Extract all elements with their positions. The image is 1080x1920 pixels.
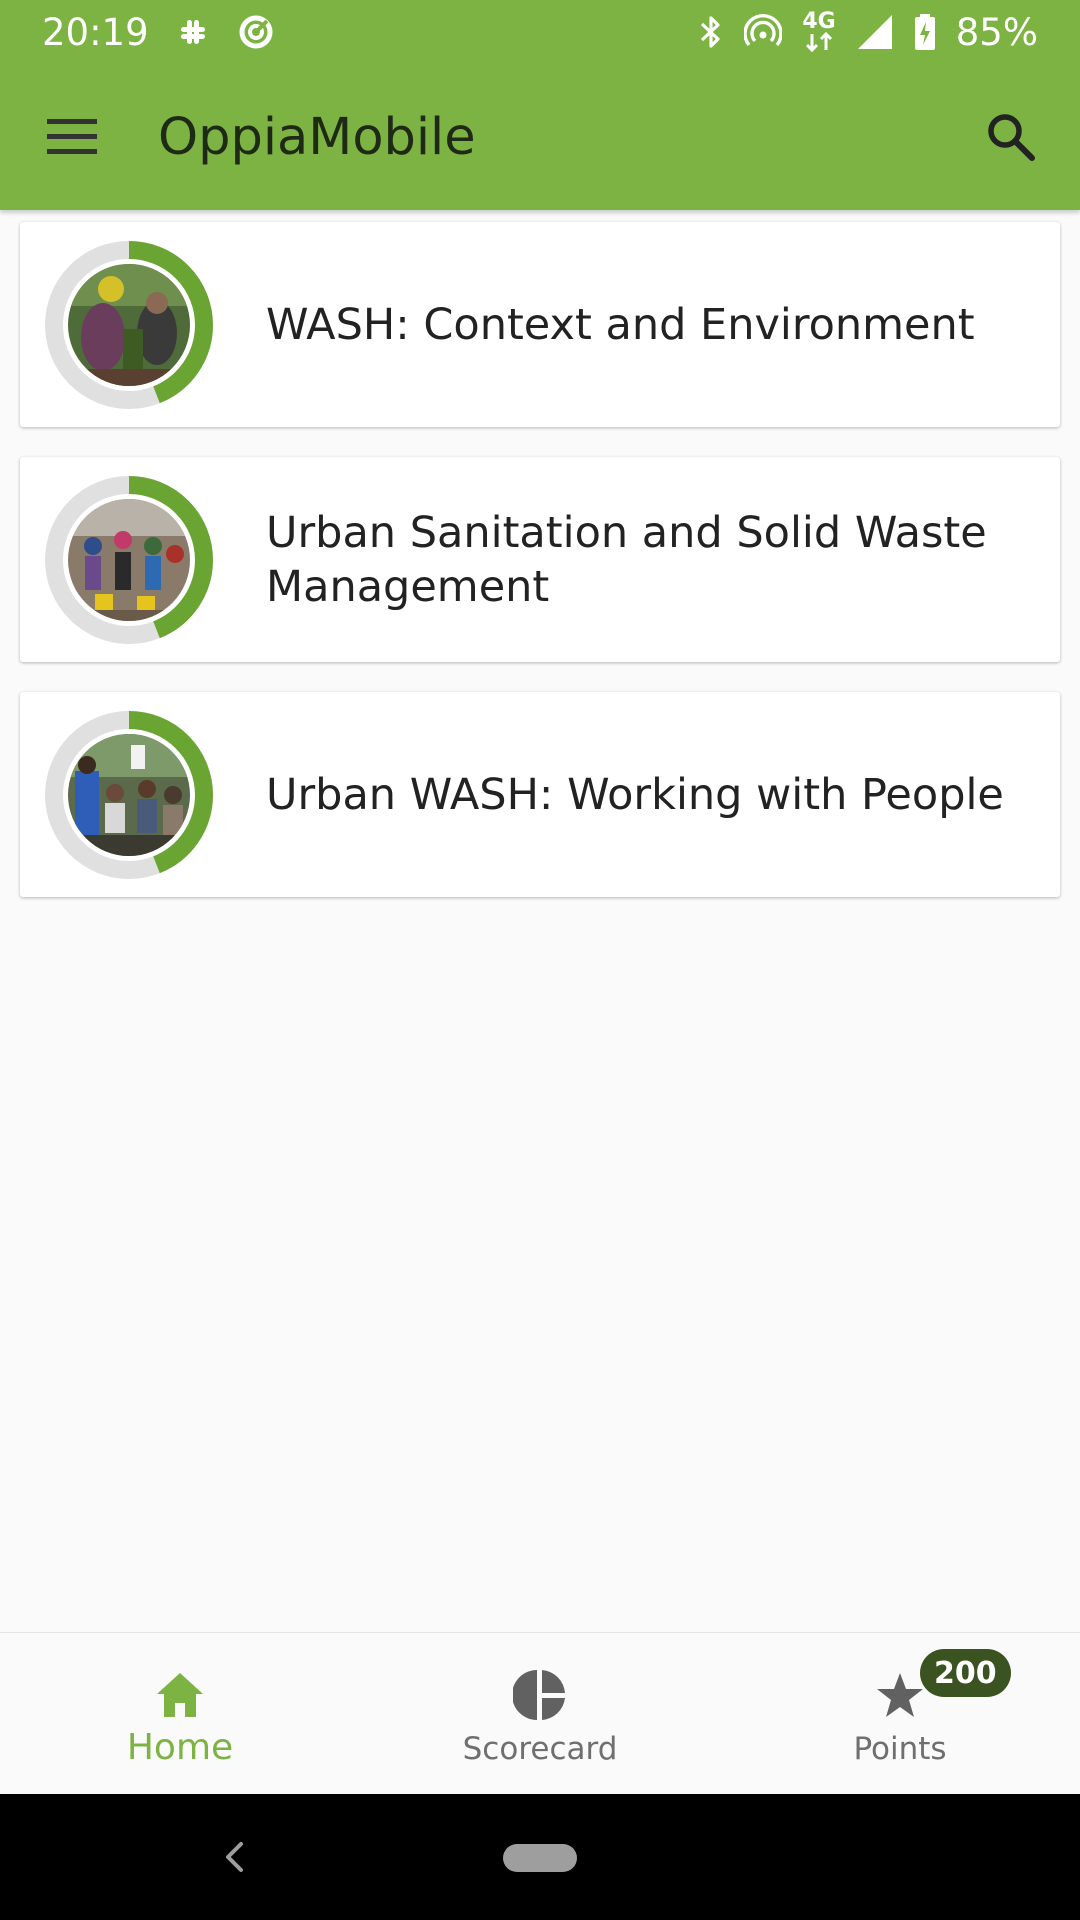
home-icon [157, 1673, 203, 1717]
system-navigation-bar [0, 1794, 1080, 1920]
data-saver-icon [239, 15, 273, 49]
nav-label-home: Home [126, 1727, 234, 1768]
menu-button[interactable] [38, 102, 108, 172]
star-icon [877, 1673, 923, 1717]
status-bar: 20:19 4G 85% [0, 0, 1080, 64]
course-list: WASH: Context and Environment Urban Sani… [20, 222, 1060, 927]
back-icon[interactable] [214, 1834, 254, 1880]
status-left: 20:19 [42, 11, 275, 54]
app-toolbar: OppiaMobile [0, 64, 1080, 210]
signal-icon [857, 15, 892, 49]
nav-label-scorecard: Scorecard [462, 1731, 618, 1767]
search-icon [988, 114, 1035, 161]
nav-label-points: Points [853, 1731, 947, 1767]
bluetooth-icon [701, 16, 720, 48]
course-title: Urban WASH: Working with People [266, 769, 1004, 820]
course-thumbnail [68, 734, 190, 856]
course-title: WASH: Context and Environment [266, 299, 975, 350]
course-card[interactable]: Urban WASH: Working with People [20, 692, 1060, 897]
home-pill-icon[interactable] [503, 1844, 577, 1872]
nav-item-points[interactable]: Points 200 [720, 1633, 1080, 1794]
battery-percent: 85% [955, 10, 1038, 54]
network-type: 4G [802, 11, 836, 52]
status-right: 4G 85% [698, 11, 1038, 54]
app-title: OppiaMobile [158, 107, 476, 167]
hamburger-menu-icon [47, 119, 97, 154]
bottom-navigation: Home Scorecard Points 200 [0, 1632, 1080, 1794]
course-thumbnail [68, 499, 190, 621]
hotspot-icon [744, 14, 783, 47]
course-card[interactable]: Urban Sanitation and Solid Waste Managem… [20, 457, 1060, 662]
course-card[interactable]: WASH: Context and Environment [20, 222, 1060, 427]
slack-icon [180, 20, 205, 44]
course-progress-ring [45, 241, 213, 409]
pie-chart-icon [513, 1670, 565, 1720]
course-progress-ring [45, 711, 213, 879]
status-time: 20:19 [42, 10, 149, 54]
course-progress-ring [45, 476, 213, 644]
data-arrows-icon [806, 32, 833, 52]
nav-item-home[interactable]: Home [0, 1633, 360, 1794]
battery-charging-icon [914, 14, 935, 50]
course-title: Urban Sanitation and Solid Waste Managem… [266, 507, 987, 612]
search-button[interactable] [976, 102, 1046, 172]
course-thumbnail [68, 264, 190, 386]
nav-item-scorecard[interactable]: Scorecard [360, 1633, 720, 1794]
points-badge: 200 [920, 1649, 1011, 1697]
